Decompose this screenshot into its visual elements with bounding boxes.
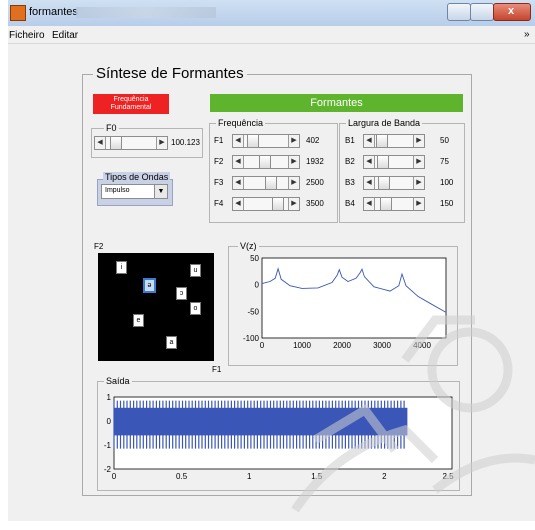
tipos-de-ondas-label: Tipos de Ondas — [103, 172, 171, 182]
f2-axis-label: F2 — [94, 242, 104, 251]
bw-label-0: B1 — [345, 136, 355, 145]
bw-label-3: B4 — [345, 199, 355, 208]
vowel-e[interactable]: e — [133, 314, 144, 327]
freq-slider-0[interactable]: ◀ ▶ — [232, 134, 300, 148]
slider-thumb[interactable] — [377, 177, 390, 189]
bw-value-0: 50 — [440, 136, 449, 145]
f0-label: F0 — [104, 123, 119, 133]
arrow-left-icon[interactable]: ◀ — [364, 177, 375, 189]
arrow-left-icon[interactable]: ◀ — [95, 137, 106, 149]
arrow-right-icon[interactable]: ▶ — [288, 177, 299, 189]
freq-label-0: F1 — [214, 136, 224, 145]
bw-slider-1[interactable]: ◀ ▶ — [363, 155, 425, 169]
bw-value-2: 100 — [440, 178, 454, 187]
button-label-line2: Fundamental — [110, 104, 152, 111]
vowel-i[interactable]: i — [116, 261, 127, 274]
blurred-title-text — [76, 7, 216, 18]
bw-slider-2[interactable]: ◀ ▶ — [363, 176, 425, 190]
freq-slider-2[interactable]: ◀ ▶ — [232, 176, 300, 190]
wave-type-selected: Impulso — [105, 187, 130, 194]
bw-value-3: 150 — [440, 199, 454, 208]
saida-ytick-label: -1 — [104, 441, 112, 450]
button-label-line1: Frequência — [113, 96, 149, 103]
slider-thumb[interactable] — [110, 137, 123, 149]
arrow-right-icon[interactable]: ▶ — [156, 137, 167, 149]
slider-thumb[interactable] — [246, 135, 259, 147]
arrow-right-icon[interactable]: ▶ — [413, 177, 424, 189]
bw-slider-0[interactable]: ◀ ▶ — [363, 134, 425, 148]
formantes-button[interactable]: Formantes — [210, 94, 463, 112]
freq-label-2: F3 — [214, 178, 224, 187]
freq-value-0: 402 — [306, 136, 320, 145]
arrow-right-icon[interactable]: ▶ — [288, 198, 299, 210]
wave-type-dropdown[interactable]: Impulso ▼ — [101, 184, 168, 199]
panel-title: Síntese de Formantes — [93, 65, 247, 82]
vowel-open-o[interactable]: ɔ — [176, 287, 187, 300]
frequencia-fundamental-button[interactable]: Frequência Fundamental — [93, 94, 169, 114]
slider-thumb[interactable] — [376, 135, 389, 147]
largura-label: Largura de Banda — [346, 118, 423, 128]
vowel-u[interactable]: u — [190, 264, 201, 277]
freq-slider-3[interactable]: ◀ ▶ — [232, 197, 300, 211]
vz-ytick-label: 50 — [250, 254, 259, 263]
arrow-right-icon[interactable]: ▶ — [413, 156, 424, 168]
slider-thumb[interactable] — [264, 177, 277, 189]
saida-xtick-label: 0.5 — [176, 472, 188, 481]
f0-slider[interactable]: ◀ ▶ — [94, 136, 168, 150]
bw-label-2: B3 — [345, 178, 355, 187]
slider-thumb[interactable] — [377, 156, 389, 168]
f1-axis-label: F1 — [212, 365, 222, 374]
saida-ytick-label: 1 — [107, 393, 112, 402]
menu-overflow-icon[interactable]: » — [524, 29, 530, 40]
freq-label-3: F4 — [214, 199, 224, 208]
arrow-left-icon[interactable]: ◀ — [233, 177, 244, 189]
saida-xtick-label: 0 — [112, 472, 117, 481]
freq-value-1: 1932 — [306, 157, 324, 166]
menu-editar[interactable]: Editar — [52, 30, 78, 41]
arrow-right-icon[interactable]: ▶ — [288, 156, 299, 168]
arrow-left-icon[interactable]: ◀ — [233, 135, 244, 147]
freq-value-2: 2500 — [306, 178, 324, 187]
bw-label-1: B2 — [345, 157, 355, 166]
arrow-right-icon[interactable]: ▶ — [413, 135, 424, 147]
vowel-a[interactable]: a — [166, 336, 177, 349]
arrow-right-icon[interactable]: ▶ — [413, 198, 424, 210]
freq-value-3: 3500 — [306, 199, 324, 208]
saida-ytick-label: -2 — [104, 465, 112, 474]
arrow-left-icon[interactable]: ◀ — [233, 198, 244, 210]
saida-ytick-label: 0 — [107, 417, 112, 426]
close-icon: x — [508, 5, 515, 17]
menu-bar — [8, 26, 535, 44]
menu-ficheiro[interactable]: Ficheiro — [9, 30, 45, 41]
bw-value-1: 75 — [440, 157, 449, 166]
saida-xtick-label: 1 — [247, 472, 252, 481]
vowel-schwa[interactable]: ə — [143, 278, 156, 293]
vz-ytick-label: 0 — [255, 281, 260, 290]
chevron-down-icon[interactable]: ▼ — [154, 185, 167, 198]
arrow-left-icon[interactable]: ◀ — [364, 198, 375, 210]
window-title: formantes — [29, 6, 78, 18]
bw-slider-3[interactable]: ◀ ▶ — [363, 197, 425, 211]
slider-thumb[interactable] — [380, 198, 392, 210]
matlab-figure-icon — [10, 5, 26, 21]
arrow-left-icon[interactable]: ◀ — [364, 135, 375, 147]
arrow-right-icon[interactable]: ▶ — [288, 135, 299, 147]
watermark-logo — [291, 315, 535, 513]
close-button[interactable]: x — [493, 3, 531, 21]
arrow-left-icon[interactable]: ◀ — [364, 156, 375, 168]
maximize-button[interactable] — [470, 3, 494, 21]
vowel-o[interactable]: o — [190, 302, 201, 315]
f0-value: 100.123 — [171, 138, 200, 147]
slider-thumb[interactable] — [271, 198, 284, 210]
frequencia-label: Frequência — [216, 118, 266, 128]
minimize-button[interactable] — [447, 3, 471, 21]
arrow-left-icon[interactable]: ◀ — [233, 156, 244, 168]
freq-label-1: F2 — [214, 157, 224, 166]
freq-slider-1[interactable]: ◀ ▶ — [232, 155, 300, 169]
slider-thumb[interactable] — [259, 156, 272, 168]
